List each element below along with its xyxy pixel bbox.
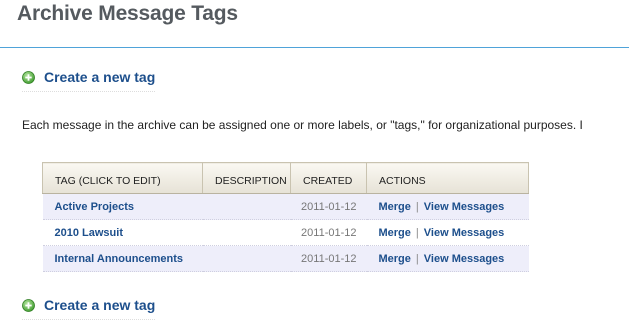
create-new-tag-link-bottom[interactable]: Create a new tag: [22, 297, 156, 320]
plus-circle-icon: [22, 70, 35, 84]
description-cell: [202, 245, 291, 272]
table-header-row: TAG (CLICK TO EDIT) DESCRIPTION CREATED …: [42, 162, 529, 194]
create-new-tag-label: Create a new tag: [44, 69, 156, 85]
view-messages-link[interactable]: View Messages: [424, 201, 505, 213]
create-new-tag-link-top[interactable]: Create a new tag: [22, 69, 156, 92]
tag-name-cell: Active Projects: [42, 193, 203, 220]
column-header-description: DESCRIPTION: [202, 162, 291, 194]
action-separator: |: [415, 226, 419, 239]
created-cell: 2011-01-12: [290, 219, 367, 246]
create-new-tag-label: Create a new tag: [44, 297, 156, 313]
column-header-created: CREATED: [290, 162, 367, 194]
intro-text: Each message in the archive can be assig…: [22, 118, 583, 132]
merge-link[interactable]: Merge: [379, 227, 411, 239]
description-cell: [202, 193, 291, 220]
merge-link[interactable]: Merge: [379, 201, 411, 213]
merge-link[interactable]: Merge: [379, 253, 411, 265]
view-messages-link[interactable]: View Messages: [424, 227, 505, 239]
tag-name-link[interactable]: 2010 Lawsuit: [55, 227, 123, 239]
plus-circle-icon: [22, 298, 35, 312]
tag-name-cell: 2010 Lawsuit: [42, 219, 203, 246]
tag-name-link[interactable]: Active Projects: [55, 201, 134, 213]
actions-cell: Merge | View Messages: [366, 193, 529, 220]
tag-name-link[interactable]: Internal Announcements: [55, 253, 184, 265]
actions-cell: Merge | View Messages: [366, 219, 529, 246]
tags-table: TAG (CLICK TO EDIT) DESCRIPTION CREATED …: [42, 162, 529, 272]
actions-cell: Merge | View Messages: [366, 245, 529, 272]
page-title: Archive Message Tags: [17, 2, 238, 25]
created-cell: 2011-01-12: [290, 245, 367, 272]
created-cell: 2011-01-12: [290, 193, 367, 220]
column-header-actions: ACTIONS: [366, 162, 529, 194]
action-separator: |: [415, 252, 419, 265]
table-row: 2010 Lawsuit 2011-01-12 Merge | View Messa…: [42, 219, 529, 246]
action-separator: |: [415, 200, 419, 213]
archive-tags-page: Archive Message Tags Create a new tag Ea…: [0, 0, 629, 326]
tag-name-cell: Internal Announcements: [42, 245, 203, 272]
description-cell: [202, 219, 291, 246]
table-row: Active Projects 2011-01-12 Merge | View Me…: [42, 193, 529, 220]
table-row: Internal Announcements 2011-01-12 Merge |…: [42, 245, 529, 272]
page-header: Archive Message Tags: [0, 0, 629, 48]
view-messages-link[interactable]: View Messages: [424, 253, 505, 265]
column-header-tag: TAG (CLICK TO EDIT): [42, 162, 203, 194]
